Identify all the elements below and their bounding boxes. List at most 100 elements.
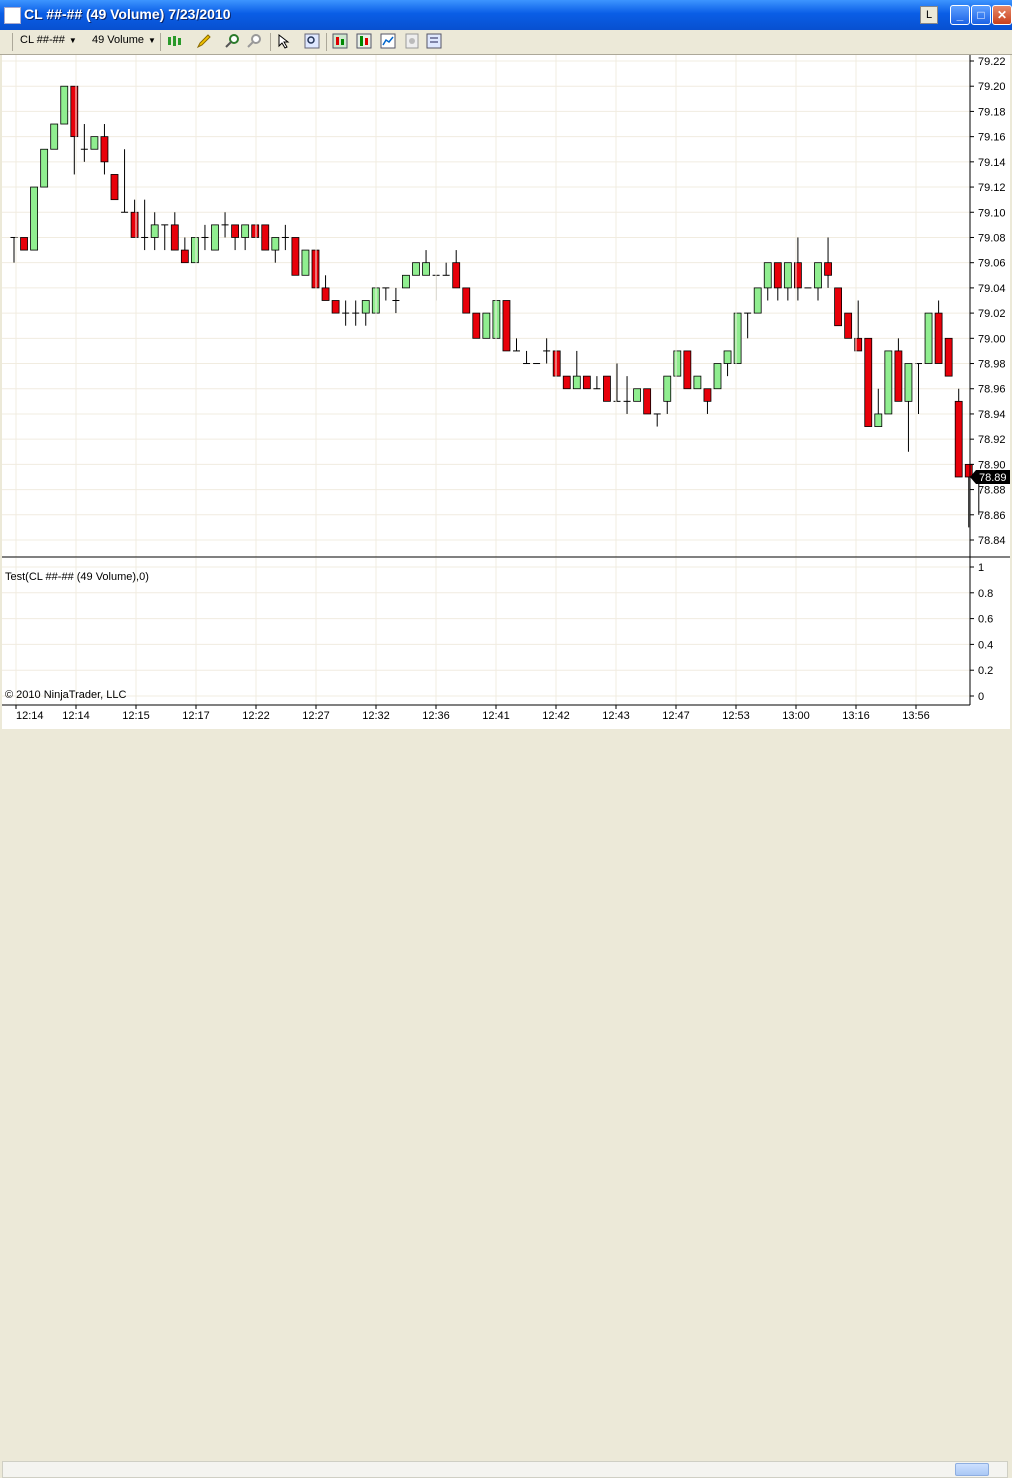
candle-up [190,237,199,264]
candle [924,312,933,364]
pencil-icon[interactable] [196,33,212,49]
candle [130,199,139,238]
candle [954,388,963,478]
time-axis: 12:14 12:14 12:15 12:17 12:22 12:27 12:32 12:36… [2,704,970,722]
candle [141,199,149,251]
candle-down [251,224,260,238]
candle [201,224,209,251]
candle [342,300,350,326]
candle [382,287,390,301]
candle-up [663,375,672,402]
candle [462,287,471,314]
candle [763,262,772,301]
candle-down [321,287,330,301]
candle-down [462,287,471,314]
candle-down [502,300,511,352]
candle-down [582,375,591,390]
candle [773,262,782,301]
candle-down [562,375,571,390]
candle-up [412,262,420,276]
candle-up [733,312,742,364]
candle [422,250,430,276]
minimize-button[interactable]: _ [950,5,970,25]
candle-down [472,312,481,339]
candle [904,363,913,452]
candle-down [834,287,842,327]
candle [261,224,270,251]
y-tick-label: 79.00 [978,333,1006,345]
candle-up [783,262,792,289]
candle-down [603,375,611,402]
y-tick-label: 78.98 [978,359,1006,371]
magnifier-icon[interactable] [304,33,320,49]
x-tick-label: 12:53 [722,710,750,722]
candle-up [572,375,581,390]
candle-up [693,375,702,390]
scrollbar-thumb[interactable] [955,1463,989,1476]
candle [693,375,702,390]
candle-up [814,262,822,289]
chart-canvas[interactable]: 79.22 79.20 79.18 79.16 79.14 79.12 79.10 79.08… [2,55,1010,729]
candle [783,262,792,301]
candle [814,262,822,301]
candle [733,312,742,364]
candle-down [552,350,561,377]
y-tick-label: 79.06 [978,258,1006,270]
candle [482,312,491,339]
strategies-icon[interactable] [332,33,348,49]
instrument-selector[interactable]: CL ##-## ▼ [20,34,77,46]
zoom-in-icon[interactable] [224,33,240,49]
candle [864,337,873,427]
horizontal-scrollbar[interactable] [2,1461,1008,1478]
indicators-icon[interactable] [356,33,372,49]
indicator-y-tick-label: 1 [978,562,984,574]
candle [744,312,752,339]
window-titlebar: CL ##-## (49 Volume) 7/23/2010 L _ □ ✕ [0,0,1012,30]
candle [703,388,712,414]
candle-down [683,350,692,390]
data-box-icon[interactable] [404,33,420,49]
last-price-label: 78.89 [979,472,1007,484]
chart-style-icon[interactable] [380,33,396,49]
candle [613,363,621,402]
candle-up [90,136,99,150]
candle [874,388,883,427]
period-selector[interactable]: 49 Volume ▼ [92,34,156,46]
link-button[interactable]: L [920,6,938,24]
candle-down [170,224,179,251]
x-tick-label: 12:36 [422,710,450,722]
candle [452,250,461,289]
candle-down [954,400,963,478]
toolbar-grip [12,33,13,51]
chart-area[interactable]: 79.22 79.20 79.18 79.16 79.14 79.12 79.10 79.08… [2,55,1010,729]
x-tick-label: 13:00 [782,710,810,722]
candle [513,338,520,352]
candle [944,337,953,377]
close-button[interactable]: ✕ [992,5,1012,25]
candle-down [110,174,119,201]
properties-icon[interactable] [426,33,442,49]
maximize-button[interactable]: □ [971,5,991,25]
candle [633,388,641,402]
candle [794,237,802,301]
candle [472,312,481,339]
candle-down [703,388,712,402]
zoom-out-icon[interactable] [246,33,262,49]
candle [402,274,410,289]
candle [70,85,79,175]
pointer-icon[interactable] [276,33,292,49]
x-tick-label: 12:42 [542,710,570,722]
candle [281,224,289,251]
candle-down [794,262,802,289]
candle-down [934,312,943,364]
candle [251,224,260,238]
candle-down [643,388,652,415]
toolbar-separator [270,33,271,51]
x-tick-label: 12:41 [482,710,510,722]
candle-up [40,148,49,188]
candle [100,124,109,175]
candlestick-icon[interactable] [166,33,182,49]
candle [753,287,762,314]
candle-down [452,262,461,289]
candle-down [844,312,853,339]
